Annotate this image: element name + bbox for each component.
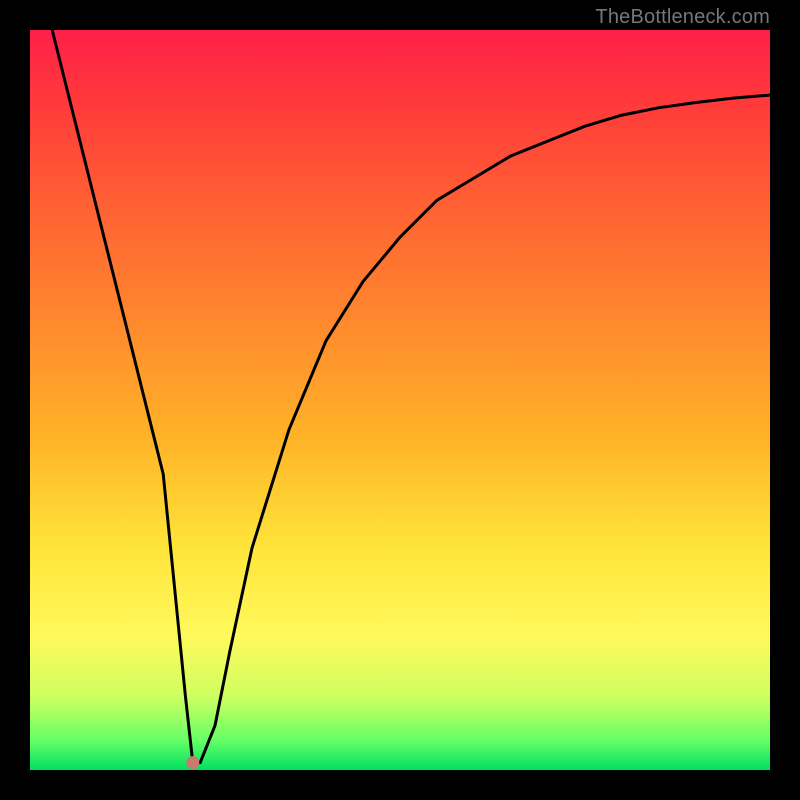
data-curve xyxy=(52,30,770,763)
watermark-text: TheBottleneck.com xyxy=(595,6,770,29)
chart-container: TheBottleneck.com xyxy=(0,0,800,800)
chart-overlay xyxy=(30,30,770,770)
minimum-marker xyxy=(187,757,199,769)
